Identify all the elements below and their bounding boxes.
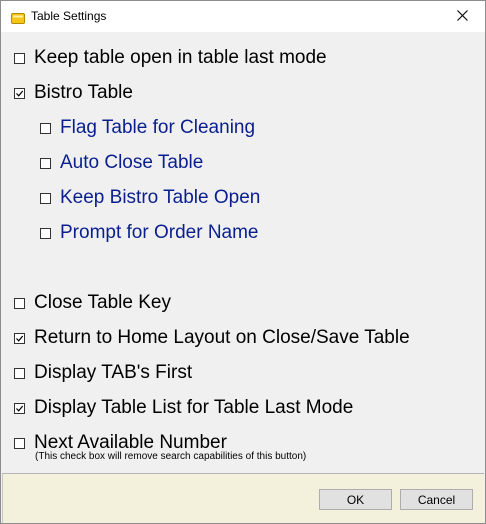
option-label: Display TAB's First [34,362,193,383]
option-return-home-layout[interactable]: Return to Home Layout on Close/Save Tabl… [14,326,410,350]
cancel-button[interactable]: Cancel [400,489,473,510]
checkbox[interactable] [40,157,51,169]
option-bistro-table[interactable]: Bistro Table [14,81,133,105]
close-button[interactable] [439,1,485,32]
ok-button[interactable]: OK [319,489,392,510]
button-bar: OK Cancel [2,473,484,523]
window-title: Table Settings [31,9,107,23]
checkbox[interactable] [40,227,51,239]
option-keep-bistro-open[interactable]: Keep Bistro Table Open [40,186,260,210]
option-label: Keep Bistro Table Open [60,187,261,208]
option-label: Auto Close Table [60,152,204,173]
option-display-table-list[interactable]: Display Table List for Table Last Mode [14,396,353,420]
checkbox[interactable] [14,297,25,309]
title-bar: Table Settings [1,1,485,32]
option-label: Prompt for Order Name [60,222,259,243]
option-label: Close Table Key [34,292,171,313]
option-label: Display Table List for Table Last Mode [34,397,354,418]
option-label: Return to Home Layout on Close/Save Tabl… [34,327,410,348]
option-note: (This check box will remove search capab… [35,451,307,462]
option-display-tabs-first[interactable]: Display TAB's First [14,361,192,385]
option-label: Flag Table for Cleaning [60,117,256,138]
option-close-table-key[interactable]: Close Table Key [14,291,171,315]
checkbox[interactable] [14,402,25,414]
checkbox[interactable] [14,52,25,64]
table-icon [11,11,25,24]
checkbox[interactable] [14,87,25,99]
checkbox[interactable] [14,367,25,379]
option-label: Bistro Table [34,82,133,103]
option-auto-close-table[interactable]: Auto Close Table [40,151,203,175]
settings-content: Keep table open in table last mode Bistr… [1,32,485,472]
checkbox[interactable] [40,122,51,134]
checkbox[interactable] [40,192,51,204]
checkbox[interactable] [14,437,25,449]
checkbox[interactable] [14,332,25,344]
table-settings-dialog: Table Settings Keep table open in table … [0,0,486,524]
close-icon [456,8,468,26]
option-prompt-order-name[interactable]: Prompt for Order Name [40,221,259,245]
option-flag-table-cleaning[interactable]: Flag Table for Cleaning [40,116,255,140]
option-keep-table-open[interactable]: Keep table open in table last mode [14,46,327,70]
option-label: Keep table open in table last mode [34,47,327,68]
